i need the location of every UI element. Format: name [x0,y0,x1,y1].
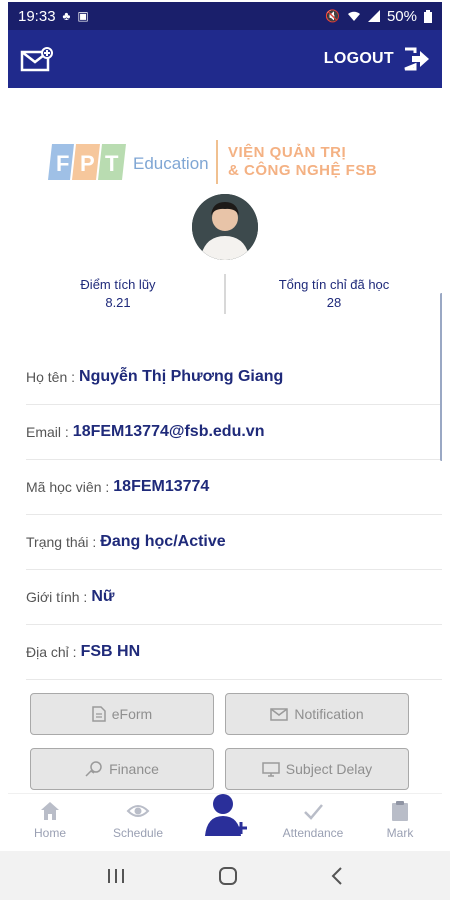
nav-schedule-label: Schedule [112,826,164,840]
info-value: Nguyễn Thị Phương Giang [79,368,284,385]
info-value: FSB HN [80,643,141,660]
info-label: Trạng thái : [26,534,97,550]
svg-text:F: F [56,151,69,176]
profile-info-list: Họ tên : Nguyễn Thị Phương Giang Email :… [26,350,442,680]
eform-label: eForm [111,706,153,722]
stat-credits: Tổng tín chỉ đã học 28 [234,276,434,312]
info-row-status: Trạng thái : Đang học/Active [26,515,442,570]
app-header: LOGOUT [8,30,442,88]
svg-text:P: P [80,151,95,176]
checkmark-icon [304,804,323,820]
stats-panel: Điểm tích lũy 8.21 Tổng tín chỉ đã học 2… [8,272,442,318]
finance-button[interactable]: Finance [30,748,214,790]
fsb-line-1: VIỆN QUẢN TRỊ [228,144,347,161]
mute-icon: 🔇 [325,9,340,23]
nav-schedule[interactable]: Schedule [98,800,178,840]
info-row-name: Họ tên : Nguyễn Thị Phương Giang [26,350,442,405]
info-row-email: Email : 18FEM13774@fsb.edu.vn [26,405,442,460]
android-nav-bar [0,851,450,900]
eye-icon [126,805,150,817]
info-row-gender: Giới tính : Nữ [26,570,442,625]
info-label: Địa chỉ : [26,644,77,660]
wifi-icon [347,11,360,21]
home-button-icon[interactable] [218,866,238,886]
envelope-icon [270,707,289,721]
stat-credits-value: 28 [326,295,342,310]
svg-text:T: T [105,151,119,176]
add-user-icon [205,794,247,836]
info-value: 18FEM13774 [113,478,210,495]
eform-button[interactable]: eForm [30,693,214,735]
monitor-icon [262,761,280,777]
battery-icon [424,9,432,23]
stat-gpa-value: 8.21 [105,295,131,310]
subject-delay-label: Subject Delay [285,761,373,777]
logout-button[interactable]: LOGOUT [324,47,430,71]
fsb-line-2: & CÔNG NGHỆ FSB [228,162,378,179]
stat-gpa: Điểm tích lũy 8.21 [18,276,218,312]
notification-label: Notification [294,706,364,722]
profile-content: F P T Education VIỆN QUẢN TRỊ & CÔNG NGH… [8,88,442,793]
info-value: 18FEM13774@fsb.edu.vn [72,423,265,440]
info-label: Giới tính : [26,589,88,605]
logo-divider [216,140,218,184]
fpt-logo: F P T [48,144,126,180]
nav-home[interactable]: Home [10,800,90,840]
nav-attendance-label: Attendance [282,826,344,840]
logout-label: LOGOUT [323,50,394,67]
avatar [192,194,258,260]
stat-credits-label: Tổng tín chỉ đã học [278,277,390,292]
image-icon: ▣ [77,9,89,23]
nav-mark[interactable]: Mark [360,800,440,840]
nav-home-label: Home [33,826,66,840]
info-value: Nữ [91,588,115,605]
bottom-nav: Home Schedule Attendance Mark [8,793,442,851]
info-value: Đang học/Active [100,533,226,550]
nav-mark-label: Mark [386,826,414,840]
stat-divider [224,274,226,314]
info-row-student-id: Mã học viên : 18FEM13774 [26,460,442,515]
scrollbar[interactable] [440,293,442,461]
brand-logos: F P T Education VIỆN QUẢN TRỊ & CÔNG NGH… [48,138,408,188]
info-row-address: Địa chỉ : FSB HN [26,625,442,680]
info-label: Email : [26,424,69,440]
home-icon [41,802,59,820]
stat-gpa-label: Điểm tích lũy [80,277,156,292]
subject-delay-button[interactable]: Subject Delay [225,748,409,790]
info-label: Họ tên : [26,369,76,385]
money-icon [85,761,102,777]
status-bar: 19:33 ♣ ▣ 🔇 50% [8,2,442,30]
logout-icon [404,47,429,71]
education-label: Education [133,154,209,173]
battery-percent: 50% [386,7,417,25]
recent-apps-icon[interactable] [107,868,125,884]
info-label: Mã học viên : [26,479,110,495]
document-icon [92,706,106,722]
status-time: 19:33 [18,7,56,25]
notification-icon: ♣ [62,9,71,23]
fsb-logo-text: VIỆN QUẢN TRỊ & CÔNG NGHỆ FSB [228,144,377,180]
finance-label: Finance [109,761,159,777]
notification-button[interactable]: Notification [225,693,409,735]
mail-icon[interactable] [20,46,54,72]
clipboard-icon [392,801,408,821]
nav-profile[interactable] [203,792,249,838]
signal-icon [367,10,380,22]
nav-attendance[interactable]: Attendance [273,800,353,840]
back-icon[interactable] [331,866,343,885]
